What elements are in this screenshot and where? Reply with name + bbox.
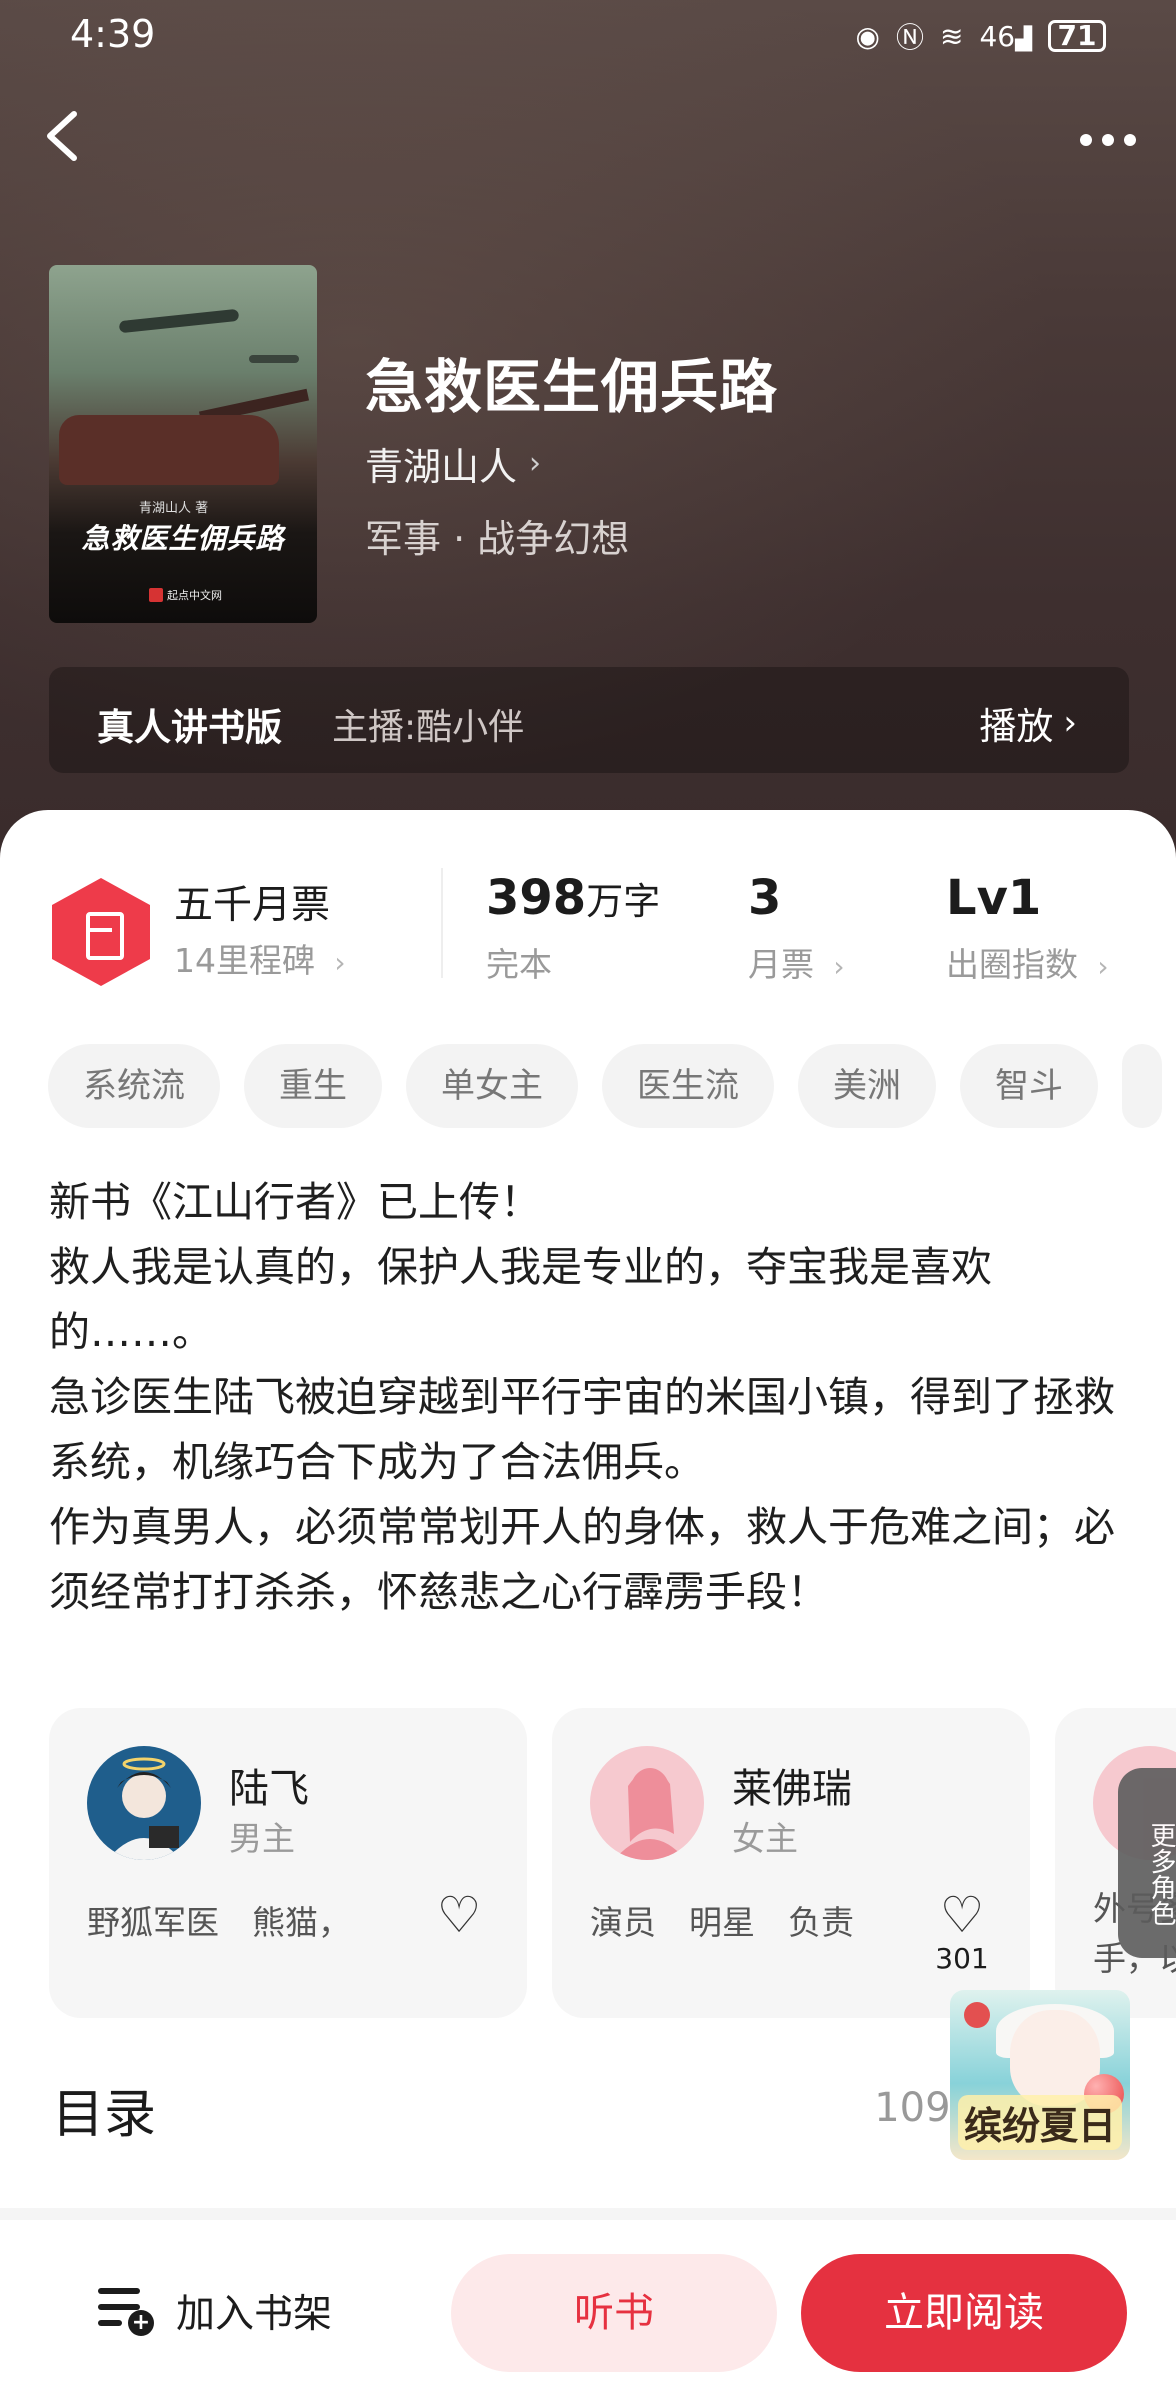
audiobook-title: 真人讲书版 bbox=[97, 706, 282, 749]
character-name: 陆飞 bbox=[229, 1766, 309, 1812]
battery-icon: 71 bbox=[1048, 20, 1106, 52]
monthly-ticket-milestone[interactable]: 五千月票 bbox=[174, 874, 330, 930]
chevron-right-icon: › bbox=[1088, 950, 1109, 983]
avatar bbox=[87, 1746, 201, 1860]
add-to-shelf-label: 加入书架 bbox=[176, 2292, 333, 2337]
cover-title: 急救医生佣兵路 bbox=[81, 522, 285, 555]
like-button[interactable]: ♡ bbox=[429, 1888, 489, 1942]
tag-chip[interactable]: 单女主 bbox=[406, 1044, 578, 1128]
audiobook-bar[interactable]: 真人讲书版 主播:酷小伴 播放 › bbox=[49, 667, 1129, 773]
chevron-left-icon bbox=[47, 111, 77, 161]
completion-status: 完本 bbox=[486, 945, 552, 984]
author-name: 青湖山人 bbox=[365, 445, 518, 489]
stats-row: 五千月票 14里程碑 › 398万字 完本 3 月票 › Lv1 出圈指数 › bbox=[0, 810, 1176, 1010]
book-genre: 军事 · 战争幻想 bbox=[365, 517, 630, 561]
milestone-link[interactable]: 14里程碑 › bbox=[174, 934, 346, 982]
avatar bbox=[590, 1746, 704, 1860]
character-role: 男主 bbox=[229, 1819, 295, 1858]
character-role: 女主 bbox=[732, 1819, 798, 1858]
play-label: 播放 bbox=[979, 705, 1054, 748]
avatar-illustration bbox=[107, 1757, 181, 1860]
tank-shape bbox=[59, 415, 279, 485]
book-author-link[interactable]: 青湖山人 › bbox=[365, 436, 541, 491]
chevron-right-icon: › bbox=[1063, 703, 1077, 743]
tag-chip[interactable]: 智斗 bbox=[960, 1044, 1098, 1128]
character-card[interactable]: 莱佛瑞 女主 演员 明星 负责 ♡ 301 bbox=[552, 1708, 1030, 2018]
tag-chip[interactable]: 重生 bbox=[244, 1044, 382, 1128]
like-button[interactable]: ♡ 301 bbox=[932, 1888, 992, 1975]
status-icons: ◉ Ⓝ ≋ 46▟ 71 bbox=[856, 16, 1106, 56]
play-button[interactable]: 播放 › bbox=[979, 696, 1077, 750]
monthly-ticket-link[interactable]: 月票 › bbox=[748, 938, 845, 986]
character-traits: 野狐军医 熊猫， bbox=[87, 1903, 351, 1942]
book-title: 急救医生佣兵路 bbox=[365, 353, 779, 421]
publisher-logo-icon bbox=[149, 588, 163, 602]
status-bar: 4:39 ◉ Ⓝ ≋ 46▟ 71 bbox=[0, 0, 1176, 72]
listen-button[interactable]: 听书 bbox=[451, 2254, 777, 2372]
promo-floating-widget[interactable]: 缤纷夏日 bbox=[950, 1990, 1130, 2160]
monthly-ticket-icon bbox=[52, 878, 150, 986]
audiobook-host: 主播:酷小伴 bbox=[332, 707, 525, 748]
tag-chip[interactable]: 医生流 bbox=[602, 1044, 774, 1128]
tag-chip[interactable]: 系统流 bbox=[48, 1044, 220, 1128]
add-shelf-icon: + bbox=[98, 2286, 154, 2336]
plane-shape bbox=[118, 308, 240, 334]
divider bbox=[441, 868, 443, 978]
heart-icon: ♡ bbox=[436, 1886, 482, 1944]
promo-text: 缤纷夏日 bbox=[958, 2095, 1123, 2150]
heart-icon: ♡ bbox=[939, 1886, 985, 1944]
character-name: 莱佛瑞 bbox=[732, 1766, 852, 1812]
description-line: 新书《江山行者》已上传！ bbox=[49, 1178, 541, 1226]
tag-chip[interactable]: 美洲 bbox=[798, 1044, 936, 1128]
chevron-right-icon: › bbox=[325, 946, 346, 979]
read-now-button[interactable]: 立即阅读 bbox=[801, 2254, 1127, 2372]
eye-icon: ◉ bbox=[855, 19, 880, 53]
book-cover[interactable]: 青湖山人 著 急救医生佣兵路 起点中文网 bbox=[49, 265, 317, 623]
signal-icon: 46▟ bbox=[979, 19, 1032, 53]
like-count: 301 bbox=[935, 1942, 989, 1975]
character-card[interactable]: 陆飞 男主 野狐军医 熊猫， ♡ bbox=[49, 1708, 527, 2018]
book-description[interactable]: 新书《江山行者》已上传！ 救人我是认真的，保护人我是专业的，夺宝我是喜欢的……。… bbox=[49, 1170, 1135, 1625]
character-traits: 演员 明星 负责 bbox=[590, 1903, 854, 1942]
description-line: 作为真男人，必须常常划开人的身体，救人于危难之间；必须经常打打杀杀，怀慈悲之心行… bbox=[49, 1503, 1115, 1616]
cover-author: 青湖山人 著 bbox=[139, 501, 209, 516]
monthly-ticket-count: 3 bbox=[748, 870, 782, 926]
description-line: 救人我是认真的，保护人我是专业的，夺宝我是喜欢的……。 bbox=[49, 1243, 992, 1356]
influence-level: Lv1 bbox=[946, 870, 1042, 926]
tag-chip[interactable] bbox=[1122, 1044, 1162, 1128]
wifi-icon: ≋ bbox=[939, 19, 964, 53]
more-roles-button[interactable]: 更多角色 bbox=[1118, 1768, 1176, 1958]
description-line: 急诊医生陆飞被迫穿越到平行宇宙的米国小镇，得到了拯救系统，机缘巧合下成为了合法佣… bbox=[49, 1373, 1115, 1486]
catalog-title[interactable]: 目录 bbox=[52, 2072, 156, 2147]
status-time: 4:39 bbox=[70, 12, 156, 56]
avatar-silhouette bbox=[614, 1768, 686, 1860]
character-carousel[interactable]: 陆飞 男主 野狐军医 熊猫， ♡ 莱佛瑞 女主 演员 明星 负责 ♡ 301 手… bbox=[0, 1708, 1176, 2018]
more-button[interactable] bbox=[1068, 110, 1148, 170]
tag-list: 系统流 重生 单女主 医生流 美洲 智斗 bbox=[48, 1044, 1176, 1130]
more-horizontal-icon bbox=[1080, 134, 1092, 146]
bottom-action-bar: + 加入书架 听书 立即阅读 bbox=[0, 2208, 1176, 2400]
chevron-right-icon: › bbox=[529, 446, 542, 481]
promo-logo-icon bbox=[964, 2002, 990, 2028]
chevron-right-icon: › bbox=[824, 950, 845, 983]
word-count: 398万字 bbox=[486, 870, 661, 926]
cover-publisher-logo: 起点中文网 bbox=[149, 587, 222, 603]
back-button[interactable] bbox=[28, 100, 100, 172]
plane-shape bbox=[249, 355, 299, 363]
influence-index-link[interactable]: 出圈指数 › bbox=[946, 938, 1109, 986]
add-to-shelf-button[interactable]: + 加入书架 bbox=[98, 2276, 332, 2346]
nfc-icon: Ⓝ bbox=[895, 21, 924, 54]
